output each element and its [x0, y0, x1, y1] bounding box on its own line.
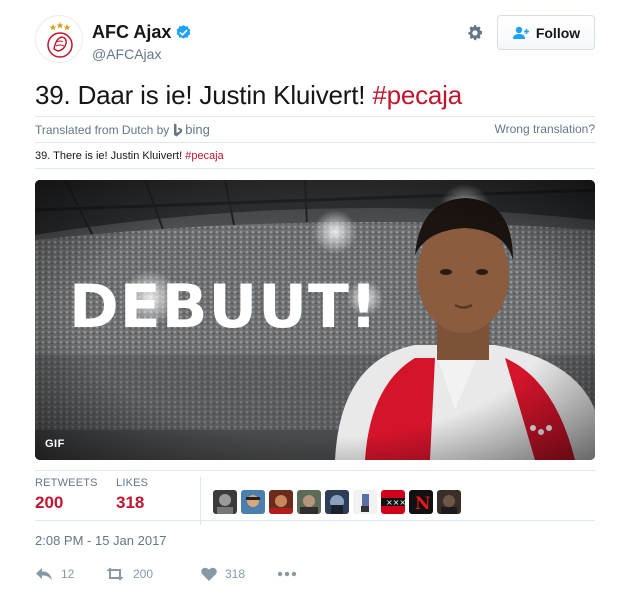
retweet-count: 200 [133, 567, 154, 581]
avatar[interactable] [35, 15, 83, 63]
avatar[interactable] [437, 490, 461, 514]
retweet-icon [106, 567, 124, 581]
avatar[interactable] [353, 490, 377, 514]
divider [35, 470, 595, 471]
heart-icon [201, 567, 217, 581]
hashtag-link[interactable]: #pecaja [372, 80, 462, 110]
translated-text: 39. There is ie! Justin Kluivert! #pecaj… [35, 150, 224, 162]
avatar[interactable] [241, 490, 265, 514]
account-names: AFC Ajax @AFCAjax [92, 22, 192, 62]
bing-logo[interactable]: bing [173, 122, 210, 137]
add-user-icon [512, 26, 529, 39]
avatar[interactable] [213, 490, 237, 514]
reply-button[interactable]: 12 [35, 567, 105, 581]
gear-icon[interactable] [466, 24, 484, 42]
like-count: 318 [225, 567, 246, 581]
more-button[interactable] [277, 571, 297, 577]
avatar[interactable] [297, 490, 321, 514]
wrong-translation-link[interactable]: Wrong translation? [495, 122, 596, 136]
display-name[interactable]: AFC Ajax [92, 22, 192, 43]
reply-count: 12 [61, 567, 75, 581]
liker-avatars: ××× N [213, 490, 461, 514]
retweets-count: 200 [35, 493, 64, 512]
divider [35, 168, 595, 169]
display-name-text[interactable]: AFC Ajax [92, 22, 171, 43]
retweet-button[interactable]: 200 [105, 567, 201, 581]
tweet-timestamp[interactable]: 2:08 PM - 15 Jan 2017 [35, 533, 167, 548]
retweets-stat[interactable]: RETWEETS 200 [35, 477, 98, 513]
tweet-header: AFC Ajax @AFCAjax Follow [35, 10, 595, 66]
likes-stat[interactable]: LIKES 318 [116, 477, 148, 513]
handle[interactable]: @AFCAjax [92, 46, 192, 62]
divider [35, 116, 595, 117]
avatar[interactable] [325, 490, 349, 514]
retweets-label: RETWEETS [35, 477, 98, 489]
more-dots-icon [277, 571, 297, 577]
translation-attribution: Translated from Dutch by bing [35, 122, 210, 137]
verified-badge-icon [176, 25, 191, 39]
divider [35, 142, 595, 143]
svg-text:N: N [415, 494, 431, 514]
translated-from-label: Translated from Dutch by [35, 122, 170, 137]
avatar[interactable]: ××× [381, 490, 405, 514]
like-button[interactable]: 318 [201, 567, 277, 581]
stats-separator [200, 477, 201, 525]
svg-text:×××: ××× [386, 498, 405, 507]
likes-label: LIKES [116, 477, 149, 489]
reply-icon [36, 568, 52, 580]
divider [35, 520, 595, 521]
likes-count: 318 [116, 493, 145, 512]
follow-button-label: Follow [535, 24, 581, 41]
follow-button[interactable]: Follow [497, 15, 595, 50]
avatar[interactable]: N [409, 490, 433, 514]
bing-icon [174, 123, 183, 136]
gif-overlay-text: DEBUUT! [69, 272, 379, 342]
tweet-actions: 12 200 318 [35, 565, 297, 583]
translated-hashtag-link[interactable]: #pecaja [185, 150, 224, 162]
bing-label: bing [185, 122, 210, 137]
tweet-text: 39. Daar is ie! Justin Kluivert! #pecaja [35, 80, 462, 111]
ajax-logo-icon [36, 16, 82, 62]
translated-text-main: 39. There is ie! Justin Kluivert! [35, 150, 186, 162]
gif-badge: GIF [45, 438, 65, 450]
tweet-text-main: 39. Daar is ie! Justin Kluivert! [35, 80, 373, 110]
gif-media[interactable]: DEBUUT! GIF [35, 180, 595, 460]
avatar[interactable] [269, 490, 293, 514]
